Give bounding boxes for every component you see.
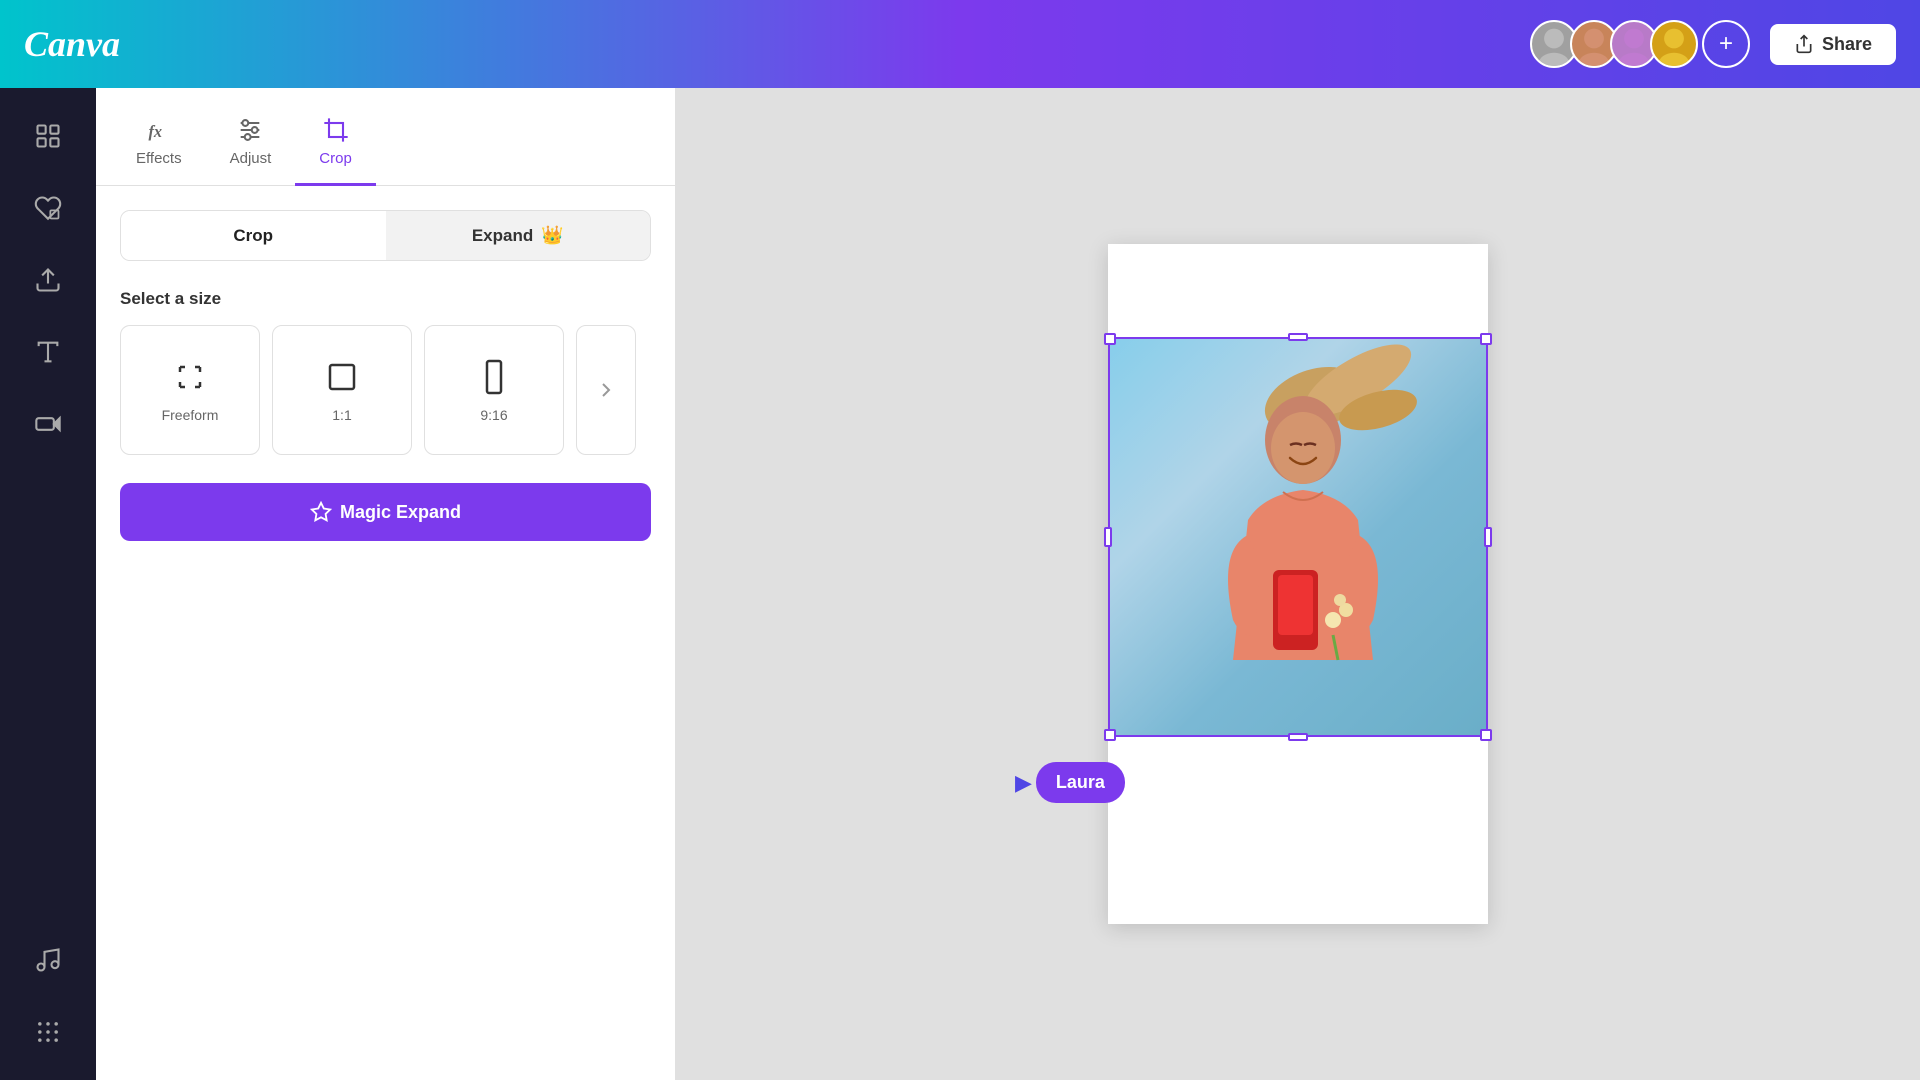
cursor-icon: ▶ [1015, 770, 1032, 796]
add-collaborator-button[interactable]: + [1702, 20, 1750, 68]
avatar-4[interactable] [1650, 20, 1698, 68]
canva-logo: Canva [24, 23, 120, 65]
handle-middle-right[interactable] [1484, 527, 1492, 547]
sidebar-item-uploads[interactable] [12, 248, 84, 312]
handle-top-right[interactable] [1480, 333, 1492, 345]
handle-top-center[interactable] [1288, 333, 1308, 341]
person-illustration [1118, 340, 1478, 735]
share-button[interactable]: Share [1770, 24, 1896, 65]
sidebar-item-templates[interactable] [12, 176, 84, 240]
header-right: + Share [1530, 20, 1896, 68]
crop-tab-icon [322, 116, 350, 144]
sidebar-item-text[interactable] [12, 320, 84, 384]
share-icon [1794, 34, 1814, 54]
grid-dots-icon [34, 1018, 62, 1046]
size-freeform[interactable]: Freeform [120, 325, 260, 455]
design-document: ▶ Laura [1108, 244, 1488, 924]
image-content [1110, 339, 1486, 735]
panel-content: Crop Expand 👑 Select a size Fre [96, 186, 675, 565]
handle-middle-left[interactable] [1104, 527, 1112, 547]
expand-toggle-button[interactable]: Expand 👑 [386, 211, 651, 260]
crop-toggle-button[interactable]: Crop [121, 211, 386, 260]
sidebar-item-video[interactable] [12, 392, 84, 456]
handle-bottom-right[interactable] [1480, 729, 1492, 741]
music-icon [34, 946, 62, 974]
square-icon [322, 357, 362, 397]
tab-crop[interactable]: Crop [295, 104, 376, 186]
collaborator-badge: Laura [1036, 762, 1125, 803]
handle-bottom-left[interactable] [1104, 729, 1116, 741]
more-sizes-button[interactable] [576, 325, 636, 455]
magic-expand-button[interactable]: Magic Expand [120, 483, 651, 541]
adjust-tab-icon [236, 116, 264, 144]
sidebar-item-music[interactable] [12, 928, 84, 992]
main-body: fx Effects Adjust Crop [0, 88, 1920, 1080]
freeform-label: Freeform [162, 407, 219, 423]
video-icon [34, 410, 62, 438]
size-1-1[interactable]: 1:1 [272, 325, 412, 455]
sidebar-item-elements[interactable] [12, 104, 84, 168]
magic-expand-icon [310, 501, 332, 523]
select-size-label: Select a size [120, 289, 651, 309]
image-element[interactable]: ▶ Laura [1108, 337, 1488, 737]
sidebar [0, 88, 96, 1080]
portrait-icon [474, 357, 514, 397]
freeform-icon [170, 357, 210, 397]
svg-text:fx: fx [148, 122, 162, 141]
panel-tabs: fx Effects Adjust Crop [96, 88, 675, 186]
elements-icon [34, 122, 62, 150]
effects-tab-icon: fx [145, 116, 173, 144]
sidebar-item-more[interactable] [12, 1000, 84, 1064]
collaborator-avatars: + [1530, 20, 1750, 68]
tab-effects[interactable]: fx Effects [112, 104, 206, 186]
size-9-16[interactable]: 9:16 [424, 325, 564, 455]
heart-shapes-icon [34, 194, 62, 222]
text-icon [34, 338, 62, 366]
crown-icon: 👑 [541, 225, 563, 246]
crop-expand-toggle: Crop Expand 👑 [120, 210, 651, 261]
chevron-right-icon [594, 378, 618, 402]
handle-bottom-center[interactable] [1288, 733, 1308, 741]
handle-top-left[interactable] [1104, 333, 1116, 345]
upload-icon [34, 266, 62, 294]
canvas-area: ▶ Laura [676, 88, 1920, 1080]
tab-adjust[interactable]: Adjust [206, 104, 296, 186]
size-1-1-label: 1:1 [332, 407, 351, 423]
size-options: Freeform 1:1 9:16 [120, 325, 651, 455]
size-9-16-label: 9:16 [480, 407, 507, 423]
edit-panel: fx Effects Adjust Crop [96, 88, 676, 1080]
collaborator-indicator: ▶ Laura [1015, 762, 1125, 803]
app-header: Canva + Share [0, 0, 1920, 88]
